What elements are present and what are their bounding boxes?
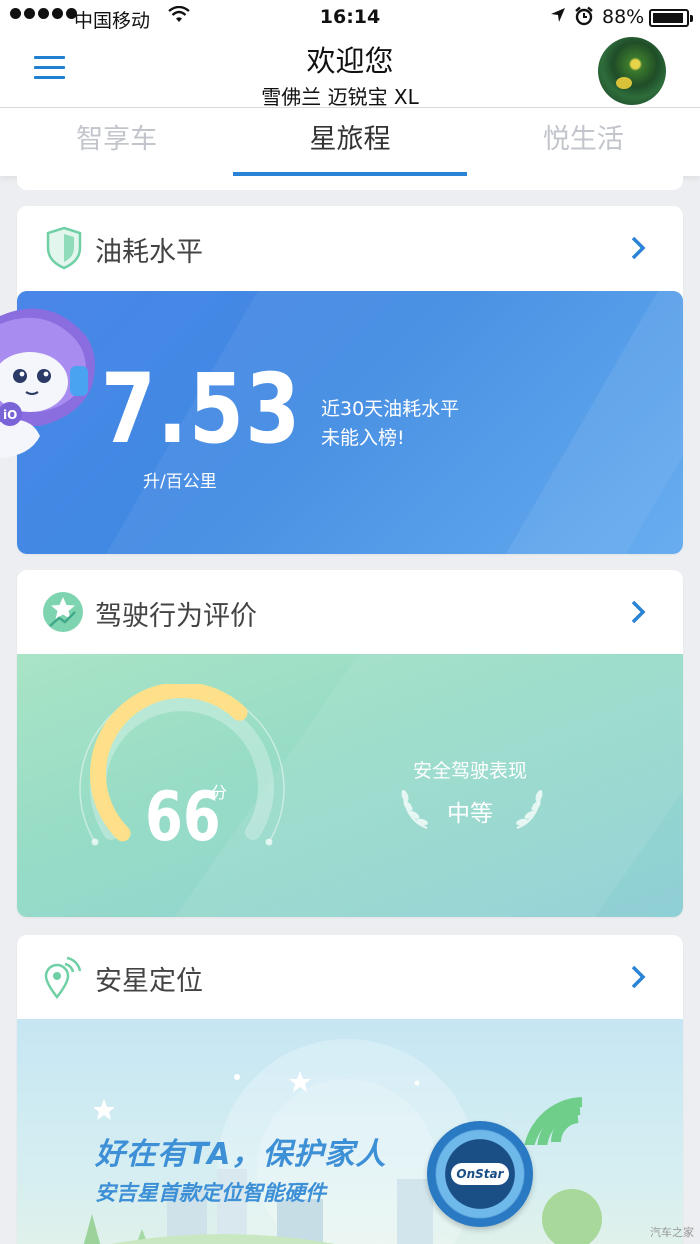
safety-rating-label: 安全驾驶表现 [413,760,528,782]
tab-bar: 智享车 星旅程 悦生活 [0,108,700,176]
alarm-icon [574,6,594,31]
location-signal-icon [44,956,82,999]
battery-percent: 88% [602,6,645,28]
tab-smart-car[interactable]: 智享车 [0,108,233,176]
fuel-note-line1: 近30天油耗水平 [321,398,460,420]
driving-behavior-card[interactable]: 驾驶行为评价 66 分 安全驾驶表现 中等 [17,570,683,917]
status-bar: 中国移动 16:14 88% [0,0,700,36]
wireless-signal-icon [523,1097,583,1145]
app-screen: 中国移动 16:14 88% 欢迎您 雪佛兰 迈锐宝 XL 智享车 星旅程 悦生… [0,0,700,1244]
drive-card-header[interactable]: 驾驶行为评价 [17,570,683,654]
onstar-card-header[interactable]: 安星定位 [17,935,683,1019]
laurel-left-icon [401,789,428,829]
safety-rating-value: 中等 [447,801,493,827]
score-unit: 分 [211,783,228,802]
fuel-card-header[interactable]: 油耗水平 [17,206,683,290]
tab-joy-life[interactable]: 悦生活 [467,108,700,176]
onstar-card-title: 安星定位 [95,966,203,997]
onstar-location-card[interactable]: 安星定位 好在有TA，保护家人 安吉星首款定位智能硬件 OnStar [17,935,683,1244]
previous-card-edge [17,176,683,190]
avatar[interactable] [598,37,666,105]
chevron-right-icon[interactable] [623,597,653,627]
star-trend-icon [43,592,83,632]
chevron-right-icon[interactable] [623,962,653,992]
svg-text:iO: iO [3,408,17,422]
laurel-right-icon [516,789,543,829]
watermark: 汽车之家 [650,1226,694,1239]
onstar-promo-banner[interactable]: 好在有TA，保护家人 安吉星首款定位智能硬件 OnStar [17,1019,683,1244]
drive-card-title: 驾驶行为评价 [95,601,257,632]
chevron-right-icon[interactable] [623,233,653,263]
driving-score-panel: 66 分 安全驾驶表现 中等 [17,654,683,917]
page-title: 欢迎您 [306,44,394,78]
location-arrow-icon [549,6,567,29]
clock: 16:14 [319,6,381,28]
tab-star-journey[interactable]: 星旅程 [233,108,467,176]
shield-icon [46,226,82,270]
vehicle-name: 雪佛兰 迈锐宝 XL [261,85,419,109]
fuel-ranking-note: 近30天油耗水平 未能入榜! [321,395,459,453]
fuel-summary-panel: 7.53 升/百公里 近30天油耗水平 未能入榜! [17,291,683,554]
fuel-card-title: 油耗水平 [95,237,203,268]
promo-subtitle: 安吉星首款定位智能硬件 [95,1181,326,1205]
fuel-note-line2: 未能入榜! [321,427,405,449]
driving-score: 66 [145,778,221,857]
onstar-logo: OnStar [451,1163,509,1185]
fuel-unit: 升/百公里 [143,472,217,492]
app-header: 欢迎您 雪佛兰 迈锐宝 XL [0,36,700,109]
onstar-device-image: OnStar [427,1121,533,1227]
mascot-robot-icon[interactable]: iO [0,296,100,466]
promo-title: 好在有TA，保护家人 [95,1137,387,1172]
battery-icon [649,9,693,27]
fuel-value: 7.53 [101,353,302,465]
fuel-consumption-card[interactable]: 油耗水平 7.53 升/百公里 近30天油耗水平 未能入榜! [17,206,683,554]
